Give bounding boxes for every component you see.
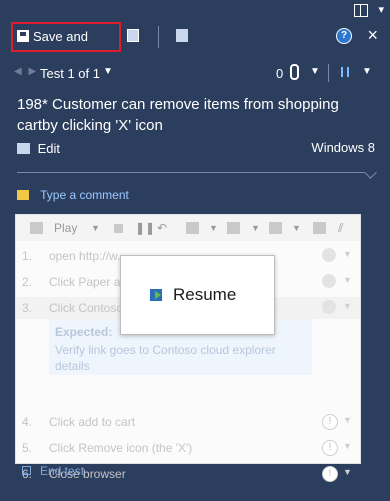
step-status-dropdown-icon[interactable]: ▼ (343, 467, 352, 477)
note-icon (17, 190, 29, 200)
comment-placeholder: Type a comment (40, 188, 129, 202)
step-text: Click Remove icon (the 'X') (49, 441, 193, 455)
play-dropdown-icon[interactable]: ▼ (91, 223, 100, 233)
annotate-dropdown-icon[interactable]: ▼ (292, 223, 301, 233)
prev-next-arrows-icon[interactable]: ◀ ▶ (14, 66, 38, 77)
camera-icon[interactable] (227, 222, 240, 234)
dock-icon[interactable] (354, 4, 368, 17)
step-text: open http://w... (49, 249, 128, 263)
step-number: 2. (22, 275, 33, 289)
step-status-dropdown-icon[interactable]: ▼ (343, 441, 352, 451)
step-status-icon[interactable]: ! (322, 414, 338, 430)
step-status-dropdown-icon[interactable]: ▼ (343, 301, 352, 311)
expand-notch-icon[interactable] (364, 166, 377, 179)
platform-label: Windows 8 (311, 140, 375, 155)
resume-dialog: Resume (120, 255, 275, 335)
play-icon[interactable] (30, 222, 43, 234)
recording-dropdown-icon[interactable]: ▼ (209, 223, 218, 233)
resume-icon[interactable] (150, 289, 162, 301)
camera-dropdown-icon[interactable]: ▼ (251, 223, 260, 233)
test-position-dropdown-icon[interactable]: ▼ (103, 66, 113, 77)
pause-dropdown-icon[interactable]: ▼ (362, 66, 372, 77)
help-icon[interactable]: ? (336, 28, 352, 44)
close-icon[interactable]: × (367, 25, 378, 45)
step-status-icon[interactable] (322, 248, 336, 262)
test-case-title: 198* Customer can remove items from shop… (17, 96, 339, 134)
step-number: 3. (22, 301, 33, 315)
expected-body: Verify link goes to Contoso cloud explor… (55, 343, 276, 373)
step-number: 5. (22, 441, 33, 455)
step-status-icon[interactable]: ! (322, 440, 338, 456)
test-navigation-bar: ◀ ▶ Test 1 of 1 ▼ 0 ▼ ▼ (0, 56, 390, 92)
attach-file-icon[interactable]: ⫽ (338, 221, 343, 236)
step-number: 1. (22, 249, 33, 263)
resume-button[interactable]: Resume (173, 285, 236, 305)
edit-link[interactable]: Edit (17, 141, 60, 156)
undo-icon[interactable]: ↶ (157, 221, 167, 235)
step-status-dropdown-icon[interactable]: ▼ (343, 249, 352, 259)
end-test-link[interactable]: End test (22, 464, 84, 478)
pause-step-icon[interactable]: ❚❚ (135, 221, 155, 235)
annotate-icon[interactable] (269, 222, 282, 234)
nav-divider (328, 64, 329, 82)
edit-icon (17, 143, 30, 154)
comment-input[interactable]: Type a comment (17, 188, 129, 202)
window-bottom-edge (0, 486, 390, 501)
end-test-icon (22, 466, 31, 475)
stop-icon[interactable] (114, 224, 123, 233)
step-text: Click add to cart (49, 415, 136, 429)
record-screen-icon[interactable] (313, 222, 326, 234)
toolbar-divider (158, 26, 159, 48)
steps-panel: Play ▼ ❚❚ ↶ ▼ ▼ ▼ ⫽ 1. open http://w... … (15, 214, 361, 482)
step-row[interactable]: 4. Click add to cart ! ▼ (16, 411, 360, 433)
section-divider (17, 166, 377, 179)
runner-toolbar: Play ▼ ❚❚ ↶ ▼ ▼ ▼ ⫽ (16, 215, 360, 241)
attachment-dropdown-icon[interactable]: ▼ (310, 66, 320, 77)
step-status-dropdown-icon[interactable]: ▼ (343, 275, 352, 285)
step-number: 4. (22, 415, 33, 429)
step-row[interactable]: 5. Click Remove icon (the 'X') ! ▼ (16, 437, 360, 459)
step-status-icon[interactable] (322, 274, 336, 288)
expected-heading: Expected: (55, 325, 113, 339)
save-and-close-button[interactable]: Save and Close (11, 22, 121, 70)
edit-label: Edit (37, 141, 61, 156)
step-status-icon[interactable] (322, 300, 336, 314)
step-status-dropdown-icon[interactable]: ▼ (343, 415, 352, 425)
play-button[interactable]: Play (54, 221, 77, 235)
end-test-label: End test (40, 464, 85, 478)
window-top-strip: ▾ (0, 0, 390, 22)
save-close-icon (17, 30, 29, 42)
attachment-count: 0 (276, 66, 284, 81)
attachment-icon[interactable] (290, 64, 299, 80)
test-position: Test 1 of 1 (40, 66, 100, 81)
screenshot-icon[interactable] (176, 29, 188, 42)
pause-icon[interactable] (341, 67, 349, 77)
recording-icon[interactable] (186, 222, 199, 234)
step-status-icon[interactable]: ! (322, 466, 338, 482)
save-icon[interactable] (127, 29, 139, 42)
dropdown-icon[interactable]: ▾ (378, 3, 384, 16)
main-toolbar: Save and Close ? × (0, 22, 390, 70)
